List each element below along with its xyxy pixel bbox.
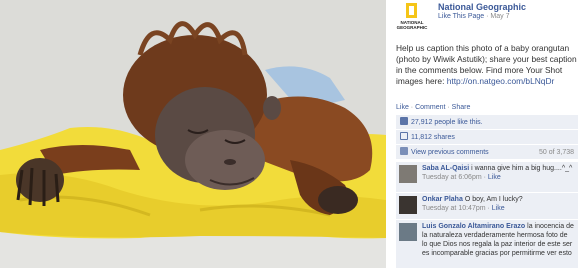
orangutan-photo (0, 0, 386, 268)
share-link[interactable]: Share (452, 104, 471, 111)
post-actions: Like · Comment · Share (396, 104, 471, 111)
caption-link[interactable]: http://on.natgeo.com/bLNqDr (447, 76, 555, 86)
comment-count: 50 of 3,738 (538, 149, 574, 156)
comment-link[interactable]: Comment (415, 104, 445, 111)
national-geographic-logo[interactable]: NATIONAL GEOGRAPHIC (396, 2, 428, 34)
comment-item: Onkar Plaha O boy, Am I lucky? Tuesday a… (396, 193, 578, 219)
comment-text: O boy, Am I lucky? (464, 196, 523, 203)
comment-item: Saba AL-Qaisi i wanna give him a big hug… (396, 162, 578, 192)
post-photo[interactable] (0, 0, 386, 268)
like-link[interactable]: Like (396, 104, 409, 111)
comment-like-link[interactable]: Like (492, 205, 505, 212)
share-icon (400, 132, 408, 140)
like-page-link[interactable]: Like This Page (438, 13, 484, 20)
avatar[interactable] (399, 196, 417, 214)
post-sidebar: NATIONAL GEOGRAPHIC National Geographic … (388, 0, 580, 268)
post-meta: Like This Page · May 7 (438, 13, 510, 20)
post-caption: Help us caption this photo of a baby ora… (396, 43, 577, 86)
comment-item: Luis Gonzalo Altamirano Erazo la inocenc… (396, 220, 578, 268)
commenter-name[interactable]: Saba AL-Qaisi (422, 165, 469, 172)
comment-bubble-icon (400, 147, 408, 155)
thumbs-up-icon (400, 117, 408, 125)
comment-text: i wanna give him a big hug....^_^ (471, 165, 573, 172)
shares-row[interactable]: 11,812 shares (396, 130, 578, 145)
view-previous-row[interactable]: View previous comments 50 of 3,738 (396, 145, 578, 160)
page-name-link[interactable]: National Geographic (438, 2, 526, 12)
commenter-name[interactable]: Onkar Plaha (422, 196, 463, 203)
post-header: NATIONAL GEOGRAPHIC National Geographic … (396, 2, 576, 42)
likes-row[interactable]: 27,912 people like this. (396, 115, 578, 130)
avatar[interactable] (399, 165, 417, 183)
comment-time[interactable]: Tuesday at 6:06pm (422, 174, 482, 181)
yellow-border-icon (406, 3, 417, 18)
comment-like-link[interactable]: Like (488, 174, 501, 181)
post-date: May 7 (490, 13, 510, 20)
comment-time[interactable]: Tuesday at 10:47pm (422, 205, 486, 212)
avatar[interactable] (399, 223, 417, 241)
commenter-name[interactable]: Luis Gonzalo Altamirano Erazo (422, 223, 525, 230)
feedback-box: 27,912 people like this. 11,812 shares V… (396, 115, 578, 160)
